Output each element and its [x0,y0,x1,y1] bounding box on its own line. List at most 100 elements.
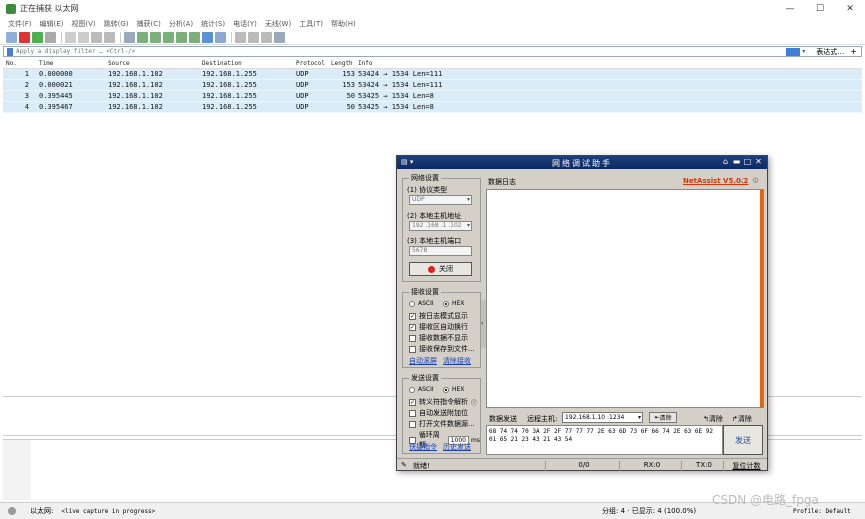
log-tab-bar: 数据日志 NetAssist V5.0.2 ◇ ⚙ [485,173,765,187]
info-icon[interactable]: ⓘ [471,398,477,407]
recv-option-log-mode[interactable]: ✓ 按日志模式显示 [409,311,468,321]
start-capture-icon[interactable] [6,31,17,43]
send-ascii-radio[interactable]: ASCII [409,386,434,393]
receive-log-area[interactable] [486,189,764,408]
recv-hex-radio[interactable]: HEX [443,300,464,307]
column-header[interactable]: Source [108,60,202,67]
maximize-icon[interactable]: ☐ [805,0,835,17]
clear-send-button[interactable]: ↰清除 [703,414,723,424]
send-history-link[interactable]: 历史发送 [443,442,471,452]
zoom-in-icon[interactable] [235,31,246,43]
zoom-out-icon[interactable] [248,31,259,43]
column-header[interactable]: Time [33,60,108,67]
send-button[interactable]: 发送 [723,425,763,455]
send-hex-radio[interactable]: HEX [443,386,464,393]
home-icon[interactable]: ⌂ [720,157,731,167]
status-profile[interactable]: Profile: Default [793,508,851,515]
minimize-icon[interactable]: — [775,0,805,17]
expression-button[interactable]: 表达式… [816,47,844,57]
shortcut-commands-link[interactable]: 快捷指令 [409,442,437,452]
toolbar-separator [61,31,62,43]
stop-capture-icon[interactable] [19,31,30,43]
local-ip-select[interactable]: 192 .168 .1 .102 ▾ [409,221,472,231]
protocol-value: UDP [412,196,425,203]
menu-capture[interactable]: 捕获(C) [137,19,161,29]
apply-filter-icon[interactable] [786,47,801,56]
column-header[interactable]: Info [358,60,862,67]
tab-data-send[interactable]: 数据发送 [489,414,517,424]
wireshark-fin-icon [6,3,16,14]
reset-count-button[interactable]: 复位计数 [723,461,766,471]
cell-length: 153 [342,70,355,78]
minimize-icon[interactable]: ▬ [731,157,742,167]
clear-receive-link[interactable]: 清除接收 [443,356,471,366]
tab-data-log[interactable]: 数据日志 [488,177,516,187]
close-file-icon[interactable] [91,31,102,43]
close-icon[interactable]: ✕ [753,157,764,167]
clear-remote-button[interactable]: ⇤ 清除 [649,412,677,423]
menu-tools[interactable]: 工具(T) [299,19,323,29]
checkbox-checked: ✓ [409,323,416,331]
save-file-icon[interactable] [78,31,89,43]
go-to-packet-icon[interactable] [163,31,174,43]
column-header[interactable]: Destination [202,60,296,67]
resize-columns-icon[interactable] [274,31,285,43]
restart-capture-icon[interactable] [32,31,43,43]
netassist-window: ▤ ▾ 网络调试助手 ⌂ ▬ □ ✕ 网络设置 (1) 协议类型 UDP ▾ (… [396,155,768,471]
close-icon[interactable]: ✕ [835,0,865,17]
auto-scroll-link[interactable]: 自动滚屏 [409,356,437,366]
skin-icon[interactable]: ◇ [740,176,746,185]
recv-option-hide[interactable]: 接收数据不显示 [409,333,468,343]
maximize-icon[interactable]: □ [742,157,753,167]
log-scrollbar[interactable] [760,190,763,407]
last-packet-icon[interactable] [189,31,200,43]
column-header[interactable]: No. [3,60,33,67]
table-row[interactable]: 3 0.395445 192.168.1.102 192.168.1.255 U… [3,91,862,102]
column-header[interactable]: Protocol [296,60,331,67]
go-back-icon[interactable] [137,31,148,43]
go-forward-icon[interactable] [150,31,161,43]
close-connection-button[interactable]: 关闭 [409,262,472,276]
bookmark-icon[interactable] [7,47,13,56]
menu-edit[interactable]: 编辑(E) [40,19,64,29]
capture-options-icon[interactable] [45,31,56,43]
recv-ascii-radio[interactable]: ASCII [409,300,434,307]
table-row[interactable]: 4 0.395467 192.168.1.102 192.168.1.255 U… [3,102,862,113]
menu-telephony[interactable]: 电话(Y) [233,19,257,29]
menu-file[interactable]: 文件(F) [8,19,32,29]
table-row[interactable]: 1 0.000000 192.168.1.102 192.168.1.255 U… [3,69,862,80]
find-packet-icon[interactable] [124,31,135,43]
recv-option-save-file[interactable]: 接收保存到文件... [409,344,475,354]
open-file-icon[interactable] [65,31,76,43]
table-row[interactable]: 2 0.000021 192.168.1.102 192.168.1.255 U… [3,80,862,91]
menu-go[interactable]: 跳转(G) [104,19,129,29]
menu-statistics[interactable]: 统计(S) [201,19,225,29]
local-port-input[interactable]: 5678 [409,246,472,256]
send-option-file[interactable]: 打开文件数据源... [409,419,475,429]
netassist-brand-link[interactable]: NetAssist V5.0.2 [683,177,748,185]
protocol-select[interactable]: UDP ▾ [409,195,472,205]
autoscroll-icon[interactable] [202,31,213,43]
menu-help[interactable]: 帮助(H) [331,19,356,29]
chevron-down-icon[interactable]: ▾ [802,48,810,55]
add-filter-button[interactable]: + [850,47,857,56]
first-packet-icon[interactable] [176,31,187,43]
display-filter-input[interactable] [16,47,787,56]
menu-view[interactable]: 视图(V) [71,19,95,29]
cell-no: 3 [24,92,29,100]
send-option-escape[interactable]: ✓ 转义符指令解析 ⓘ [409,397,477,407]
menu-analyze[interactable]: 分析(A) [169,19,193,29]
colorize-icon[interactable] [215,31,226,43]
menu-wireless[interactable]: 无线(W) [265,19,291,29]
remote-host-select[interactable]: 192.168.1.10 :1234 ▾ [562,412,643,423]
expert-info-icon[interactable] [8,507,16,515]
column-header[interactable]: Length [331,60,358,67]
send-option-append[interactable]: 自动发送附加位 [409,408,468,418]
radio-circle [409,386,415,393]
settings-icon[interactable]: ⚙ [752,176,759,185]
recv-option-wrap[interactable]: ✓ 接收区自动换行 [409,322,468,332]
reload-icon[interactable] [104,31,115,43]
clear-all-button[interactable]: ↱清除 [732,414,752,424]
zoom-normal-icon[interactable] [261,31,272,43]
send-data-input[interactable]: 68 74 74 70 3A 2F 2F 77 77 77 2E 63 6D 7… [486,425,723,455]
